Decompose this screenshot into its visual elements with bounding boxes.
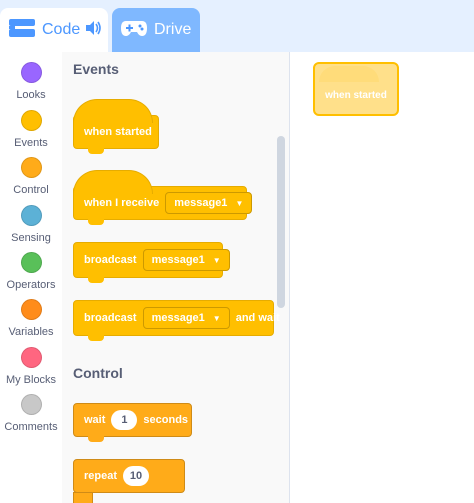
block-notch	[88, 148, 104, 154]
gamepad-icon	[120, 17, 148, 44]
tab-drive-label: Drive	[154, 21, 192, 38]
dropdown-arrow-icon: ▼	[212, 255, 221, 265]
category-comments[interactable]: Comments	[0, 394, 62, 440]
top-tab-bar: Code Drive	[0, 0, 474, 52]
category-my-blocks[interactable]: My Blocks	[0, 347, 62, 393]
category-dot-control	[20, 157, 42, 178]
category-dot-variables	[20, 299, 42, 320]
category-control[interactable]: Control	[0, 157, 62, 203]
category-label: Variables	[8, 326, 54, 338]
category-dot-sensing	[20, 205, 42, 226]
speaker-icon	[84, 19, 102, 42]
category-dot-my-blocks	[20, 347, 42, 368]
category-events[interactable]: Events	[0, 110, 62, 156]
block-label: and wait	[235, 312, 280, 324]
block-notch	[88, 335, 104, 341]
category-dot-operators	[20, 252, 42, 273]
dropdown-value: message1	[174, 197, 228, 209]
hat-cap	[319, 66, 379, 82]
category-label: Comments	[4, 421, 58, 433]
category-dot-looks	[20, 62, 42, 83]
block-label: wait	[84, 414, 106, 426]
category-variables[interactable]: Variables	[0, 299, 62, 345]
category-dot-comments	[20, 394, 42, 415]
code-icon	[8, 16, 36, 45]
category-dot-events	[20, 110, 42, 131]
block-broadcast[interactable]: broadcast message1 ▼	[73, 242, 230, 283]
message-dropdown[interactable]: message1 ▼	[142, 249, 230, 271]
dropdown-value: message1	[151, 312, 205, 324]
palette-scrollbar[interactable]	[277, 136, 285, 308]
script-workspace[interactable]: when started	[291, 52, 474, 503]
hat-cap	[73, 170, 153, 194]
tab-code-label: Code	[42, 21, 81, 38]
category-sensing[interactable]: Sensing	[0, 205, 62, 251]
block-wait-seconds[interactable]: wait 1 seconds	[73, 403, 192, 442]
tab-code[interactable]: Code	[0, 8, 108, 52]
block-when-started[interactable]: when started	[73, 99, 159, 154]
category-looks[interactable]: Looks	[0, 62, 62, 108]
category-label: Operators	[6, 279, 56, 291]
block-palette: Events when started when I receive messa…	[62, 52, 290, 503]
section-title-control: Control	[73, 365, 123, 381]
category-label: Control	[13, 184, 49, 196]
block-label: when I receive	[84, 197, 160, 209]
block-broadcast-and-wait[interactable]: broadcast message1 ▼ and wait	[73, 300, 280, 341]
dropdown-arrow-icon: ▼	[212, 313, 221, 323]
repeat-count-input[interactable]: 10	[123, 466, 150, 486]
workspace-block-when-started[interactable]: when started	[313, 62, 399, 116]
block-when-i-receive[interactable]: when I receive message1 ▼	[73, 170, 253, 225]
seconds-input[interactable]: 1	[111, 410, 138, 430]
block-label: when started	[325, 90, 387, 101]
repeat-c-arm	[73, 492, 93, 503]
category-label: Events	[14, 137, 48, 149]
block-label: when started	[84, 126, 152, 138]
block-notch	[88, 277, 104, 283]
hat-cap	[73, 99, 153, 123]
category-operators[interactable]: Operators	[0, 252, 62, 298]
category-menu: Looks Events Control Sensing Operators V…	[0, 52, 62, 503]
block-repeat[interactable]: repeat 10	[73, 459, 185, 493]
block-notch	[88, 436, 104, 442]
category-label: My Blocks	[5, 374, 57, 386]
message-dropdown[interactable]: message1 ▼	[165, 192, 253, 214]
block-label: broadcast	[84, 254, 137, 266]
block-label: seconds	[143, 414, 189, 426]
block-label: repeat	[84, 470, 118, 482]
tab-drive[interactable]: Drive	[112, 8, 200, 52]
dropdown-arrow-icon: ▼	[235, 198, 244, 208]
block-notch	[88, 219, 104, 225]
block-label: broadcast	[84, 312, 137, 324]
category-label: Sensing	[11, 232, 51, 244]
message-dropdown[interactable]: message1 ▼	[142, 307, 230, 329]
dropdown-value: message1	[151, 254, 205, 266]
section-title-events: Events	[73, 61, 119, 77]
category-label: Looks	[16, 89, 46, 101]
